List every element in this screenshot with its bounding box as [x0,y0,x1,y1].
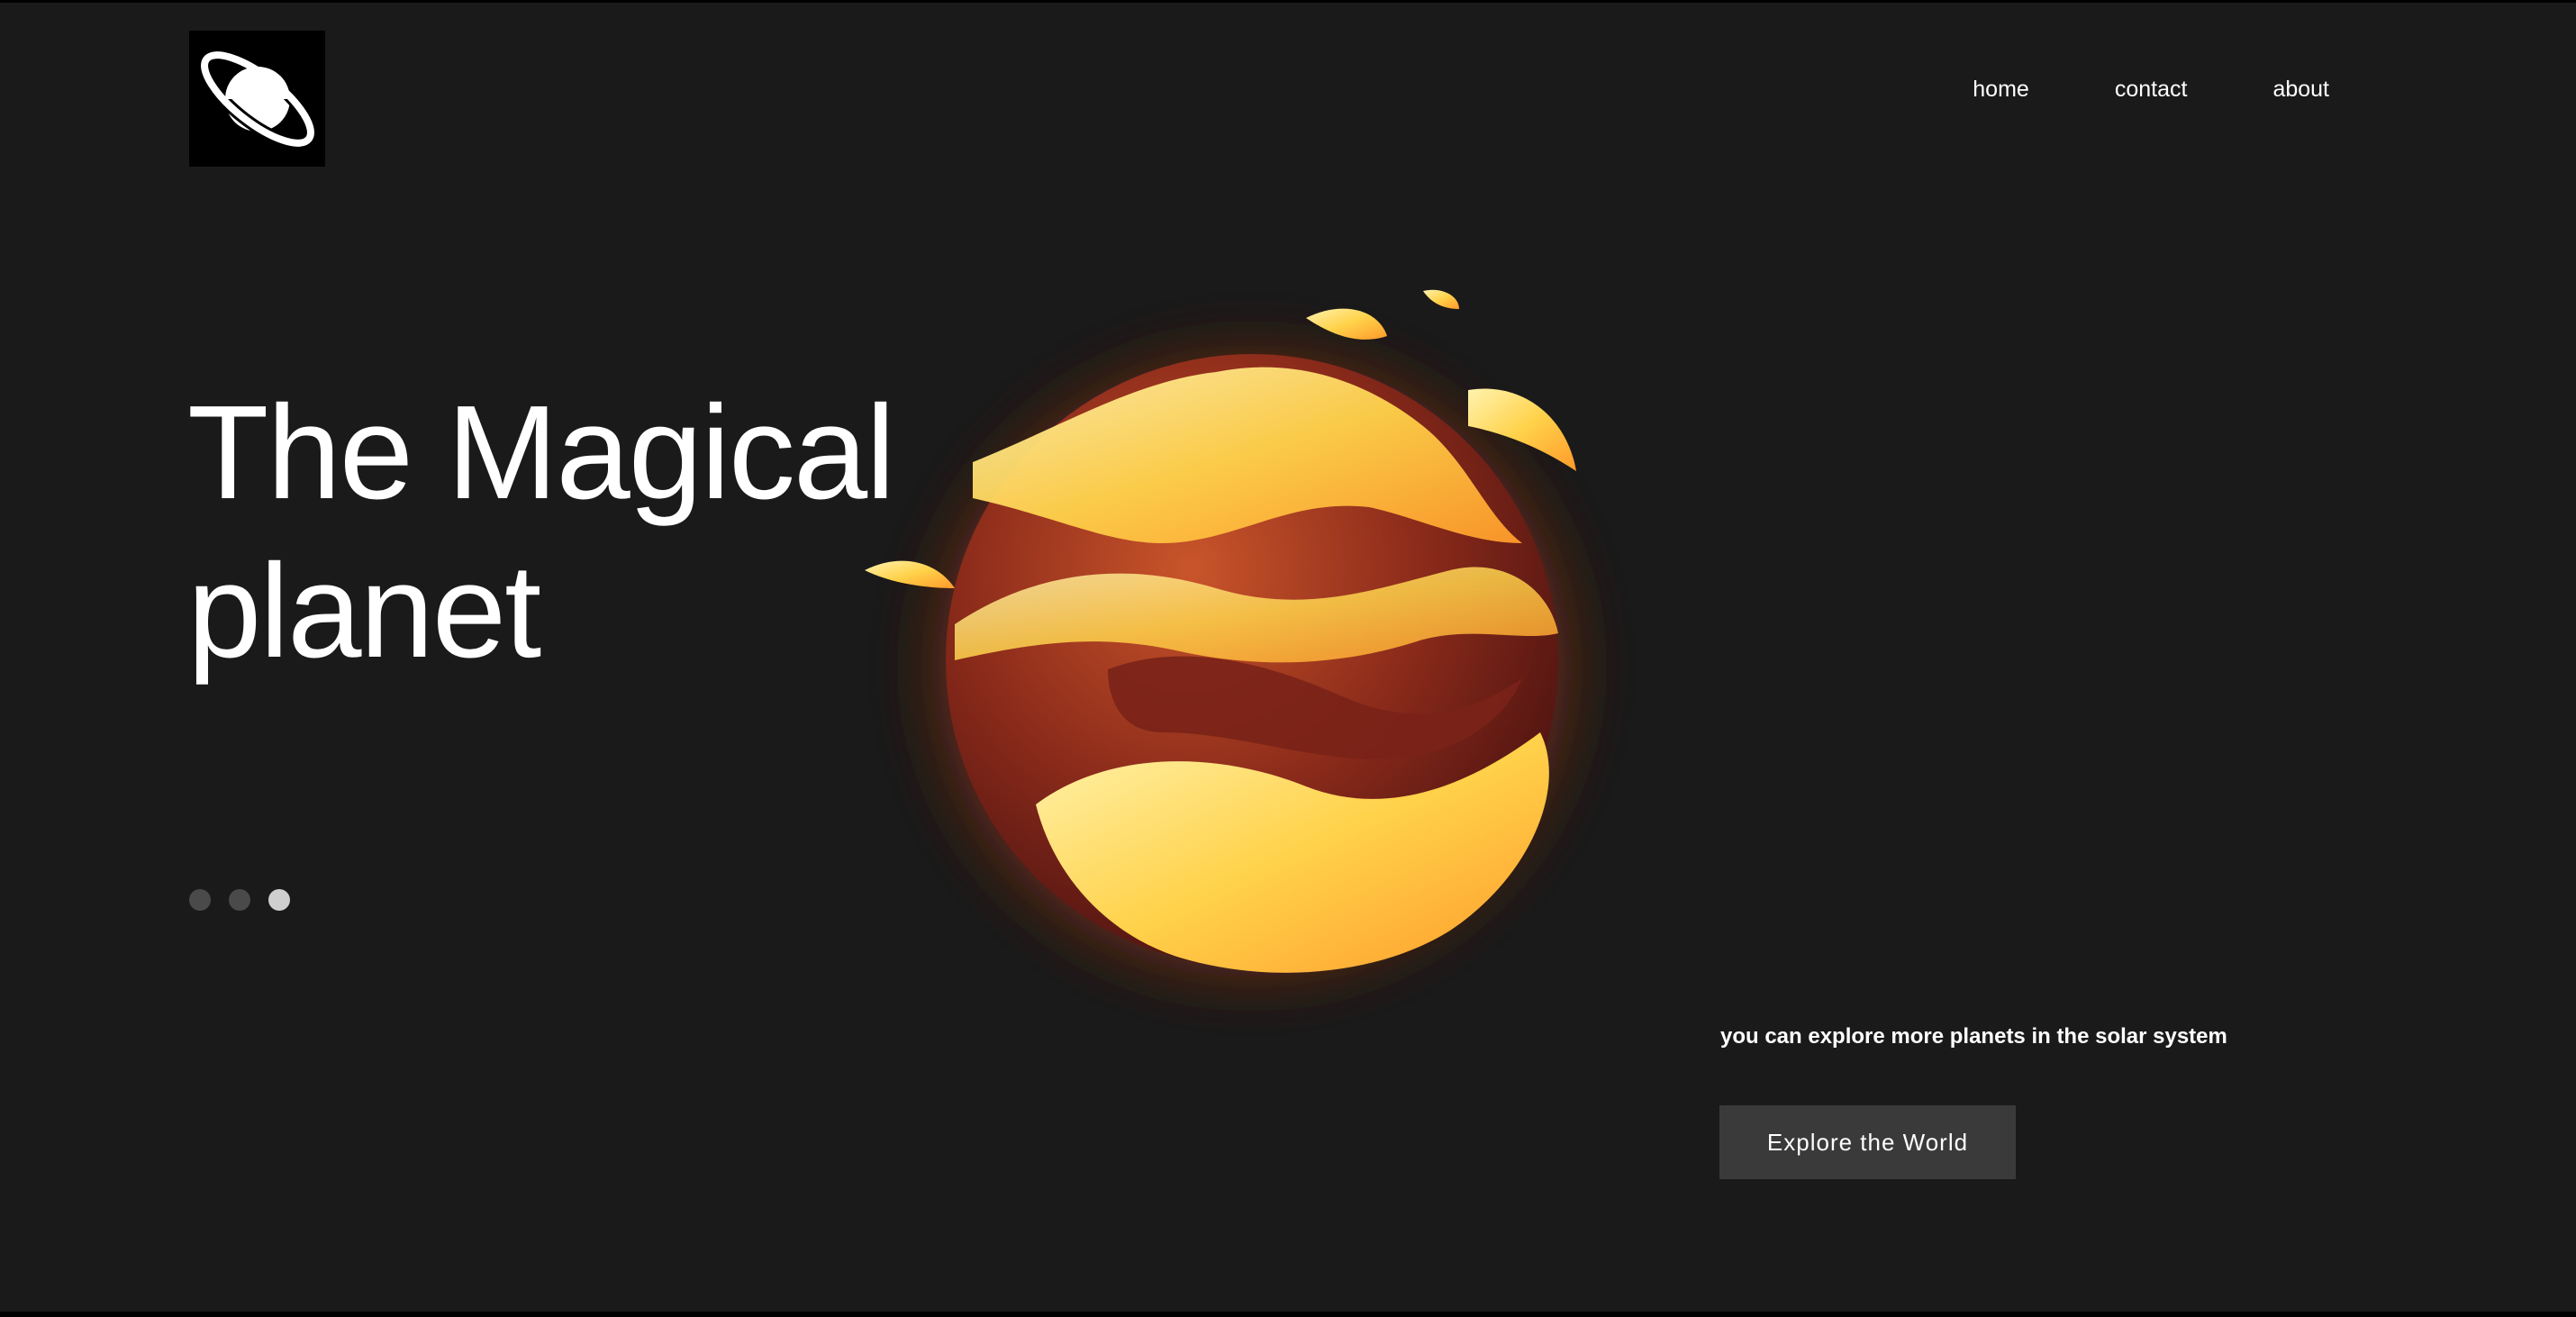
landing-page: home contact about The Magical planet yo… [0,0,2576,1317]
fire-planet-illustration [838,246,1666,1057]
cta-tagline: you can explore more planets in the sola… [1720,1024,2227,1049]
nav-home[interactable]: home [1973,73,2029,105]
slider-dot-3[interactable] [268,889,290,911]
explore-button[interactable]: Explore the World [1719,1105,2016,1179]
planet-ring-icon [198,49,317,150]
slider-dots [189,889,290,911]
slider-dot-1[interactable] [189,889,211,911]
hero-title-line1: The Magical [187,378,895,527]
nav-about[interactable]: about [2272,73,2329,105]
hero-title-line2: planet [187,537,541,686]
main-nav: home contact about [1887,73,2329,105]
nav-contact[interactable]: contact [2115,73,2188,105]
logo[interactable] [189,31,325,167]
slider-dot-2[interactable] [229,889,250,911]
